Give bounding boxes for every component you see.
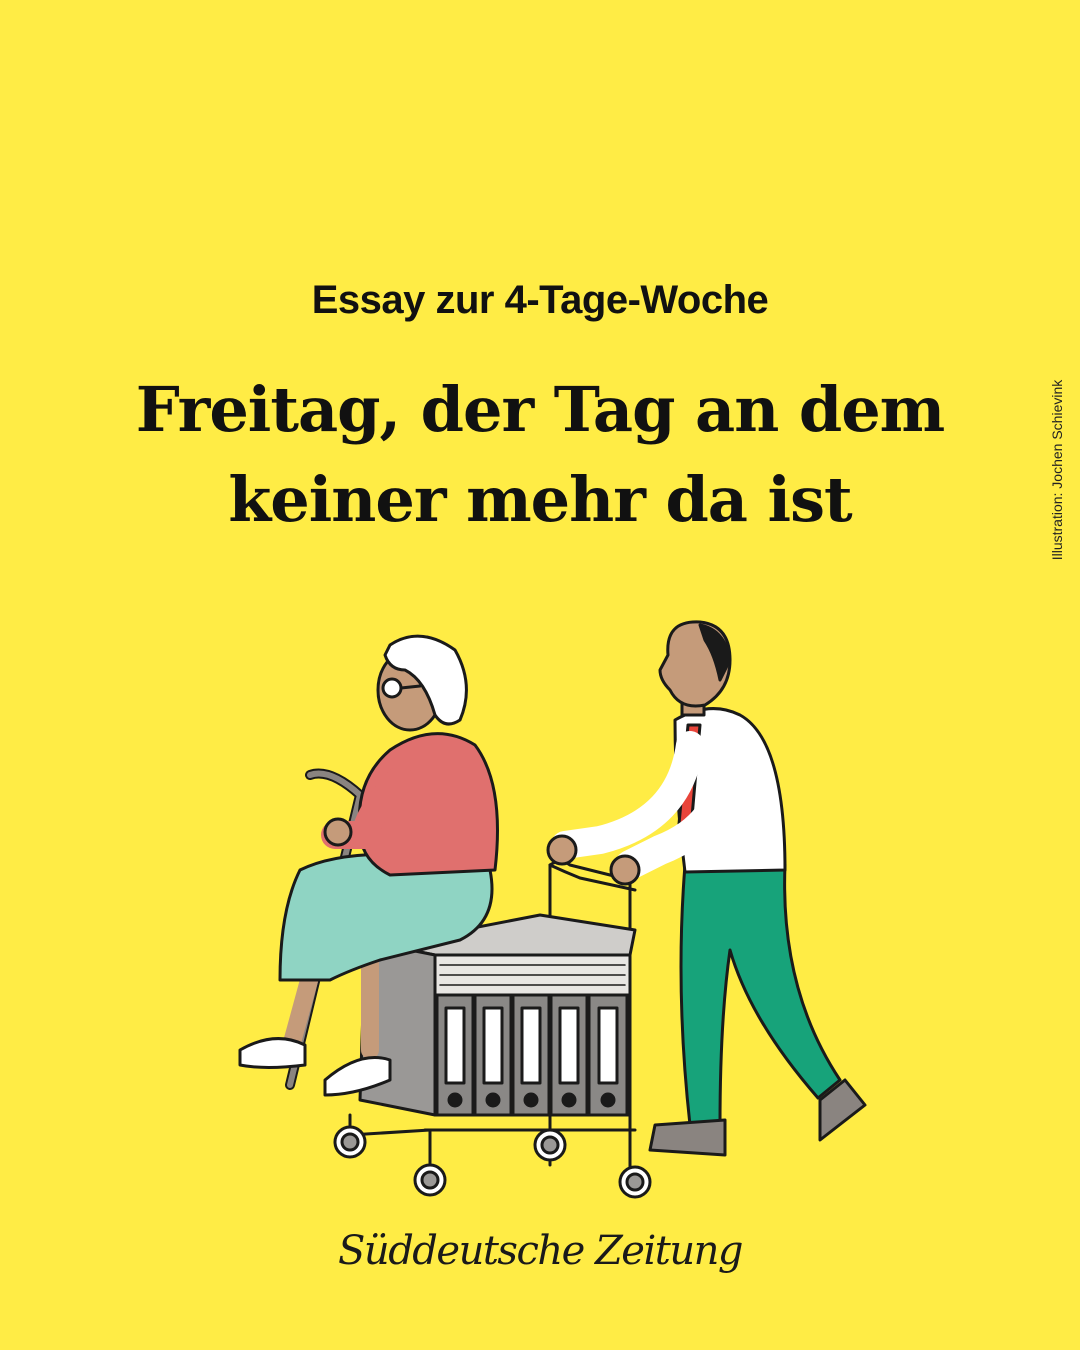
headline-line-2: keiner mehr da ist <box>228 463 852 536</box>
illustration-credit: Illustration: Jochen Schievink <box>1043 350 1071 590</box>
publisher-logo: Süddeutsche Zeitung <box>338 1228 743 1274</box>
credit-text: Illustration: Jochen Schievink <box>1049 379 1065 561</box>
illustration <box>238 620 867 1199</box>
kicker: Essay zur 4-Tage-Woche <box>311 278 769 322</box>
cart-wheels <box>333 1125 652 1199</box>
headline: Freitag, der Tag an dem keiner mehr da i… <box>60 365 1020 545</box>
binders <box>435 993 629 1117</box>
headline-line-1: Freitag, der Tag an dem <box>135 373 946 446</box>
